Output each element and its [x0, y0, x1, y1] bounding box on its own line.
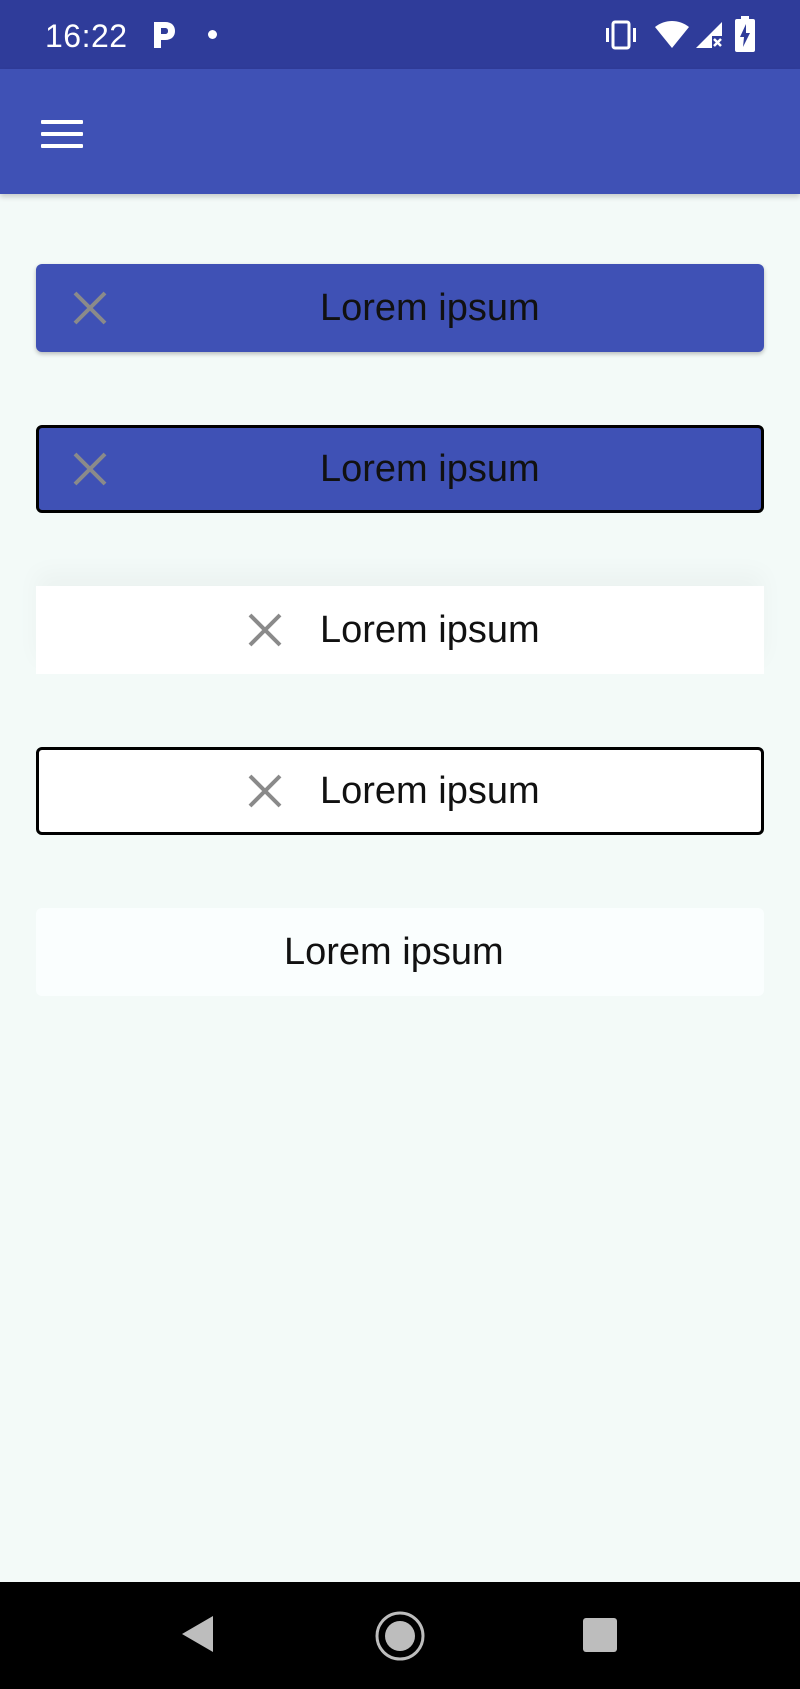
chip-label: Lorem ipsum: [320, 448, 540, 490]
close-icon[interactable]: [70, 449, 110, 489]
vibrate-icon: [606, 20, 636, 50]
chip-filled-primary[interactable]: Lorem ipsum: [36, 264, 764, 352]
chip-label: Lorem ipsum: [284, 931, 504, 973]
status-time: 16:22: [45, 18, 128, 54]
close-icon[interactable]: [245, 771, 285, 811]
recents-icon[interactable]: [583, 1618, 617, 1652]
app-bar: [0, 69, 800, 194]
chip-plain[interactable]: Lorem ipsum: [36, 908, 764, 996]
parking-app-icon: [154, 22, 175, 48]
chip-white[interactable]: Lorem ipsum: [36, 586, 764, 674]
battery-charging-icon: [735, 16, 755, 52]
close-icon[interactable]: [245, 610, 285, 650]
notification-dot-icon: [208, 30, 217, 39]
chip-filled-primary-outlined[interactable]: Lorem ipsum: [36, 425, 764, 513]
system-nav-bar: [0, 1582, 800, 1689]
cell-signal-no-data-icon: [696, 22, 722, 48]
close-icon[interactable]: [70, 288, 110, 328]
home-icon[interactable]: [374, 1610, 426, 1662]
chip-label: Lorem ipsum: [320, 770, 540, 812]
chip-white-outlined[interactable]: Lorem ipsum: [36, 747, 764, 835]
wifi-icon: [655, 21, 689, 48]
chip-label: Lorem ipsum: [320, 287, 540, 329]
back-icon[interactable]: [180, 1614, 216, 1654]
status-bar: 16:22: [0, 0, 800, 69]
hamburger-menu-icon[interactable]: [26, 101, 98, 165]
chip-label: Lorem ipsum: [320, 609, 540, 651]
